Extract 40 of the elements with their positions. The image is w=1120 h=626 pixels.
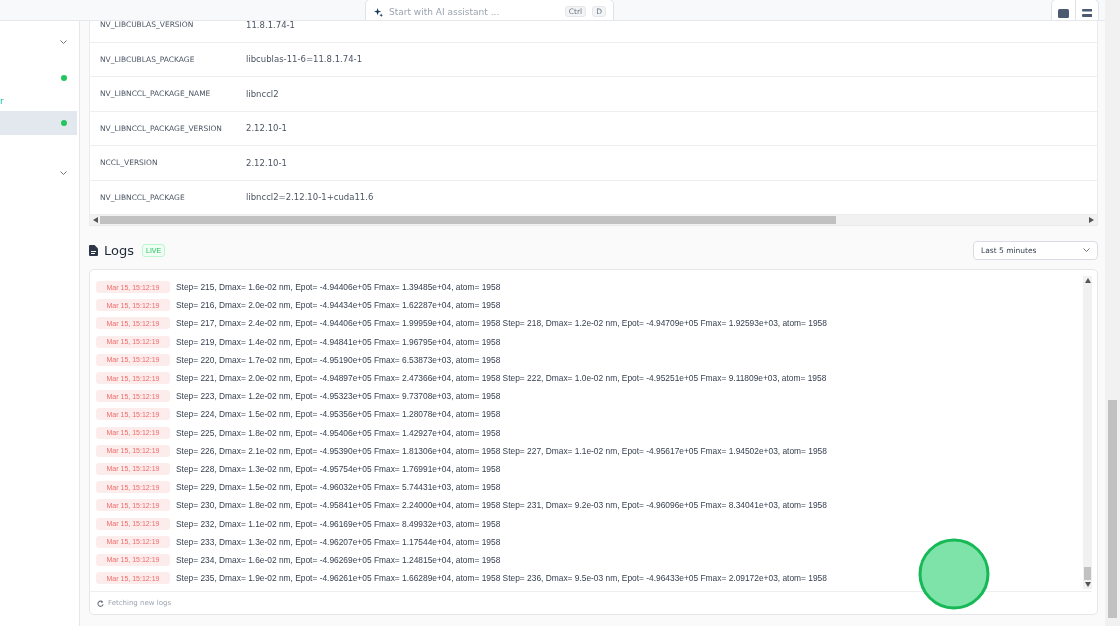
log-message: Step= 228, Dmax= 1.3e-02 nm, Epot= -4.95754e+05 Fmax= 1.76991e+04, atom= 1958 [176,463,501,474]
log-message: Step= 220, Dmax= 1.7e-02 nm, Epot= -4.95190e+05 Fmax= 6.53873e+03, atom= 1958 [176,354,501,365]
variable-value: libcublas-11-6=11.8.1.74-1 [246,54,363,65]
logs-title: Logs [104,242,134,258]
refresh-icon [97,599,104,607]
log-message: Step= 234, Dmax= 1.6e-02 nm, Epot= -4.96269e+05 Fmax= 1.24815e+04, atom= 1958 [176,554,501,565]
chevron-down-icon [1083,248,1090,252]
sidebar-link[interactable]: r [0,95,4,106]
log-message: Step= 217, Dmax= 2.4e-02 nm, Epot= -4.94406e+05 Fmax= 1.99959e+04, atom= 1958 Step= 218, Dmax= 1.2e-02 nm, Epot= -4.94709e+05 Fmax= 1.92593e+03, atom= 1958 [176,318,827,329]
log-message: Step= 235, Dmax= 1.9e-02 nm, Epot= -4.96261e+05 Fmax= 1.66289e+04, atom= 1958 Step= 236, Dmax= 9.5e-03 nm, Epot= -4.96433e+05 Fmax= 2.09172e+03, atom= 1958 [176,573,827,584]
scroll-down-icon[interactable] [1084,582,1091,587]
sparkle-icon [374,8,383,17]
scrollbar-thumb[interactable] [1084,567,1091,580]
scroll-up-icon[interactable] [1084,278,1091,283]
log-message: Step= 233, Dmax= 1.3e-02 nm, Epot= -4.96207e+05 Fmax= 1.17544e+04, atom= 1958 [176,536,501,547]
log-message: Step= 215, Dmax= 1.6e-02 nm, Epot= -4.94406e+05 Fmax= 1.39485e+04, atom= 1958 [176,282,501,293]
log-message: Step= 216, Dmax= 2.0e-02 nm, Epot= -4.94434e+05 Fmax= 1.62287e+04, atom= 1958 [176,300,501,311]
variable-value: 2.12.10-1 [246,157,287,168]
log-message: Step= 226, Dmax= 2.1e-02 nm, Epot= -4.95390e+05 Fmax= 1.81306e+04, atom= 1958 Step= 227, Dmax= 1.1e-02 nm, Epot= -4.95617e+05 Fmax= 1.94502e+03, atom= 1958 [176,445,827,456]
cursor-highlight [918,538,990,610]
document-icon [89,244,98,256]
scrollbar-thumb[interactable] [100,216,836,224]
scroll-left-icon[interactable] [93,217,98,223]
search-placeholder: Start with AI assistant ... [389,7,501,17]
log-message: Step= 225, Dmax= 1.8e-02 nm, Epot= -4.95406e+05 Fmax= 1.42927e+04, atom= 1958 [176,427,501,438]
log-message: Step= 221, Dmax= 2.0e-02 nm, Epot= -4.94897e+05 Fmax= 2.47366e+04, atom= 1958 Step= 222, Dmax= 1.0e-02 nm, Epot= -4.95251e+05 Fmax= 9.11809e+03, atom= 1958 [176,373,827,384]
log-message: Step= 219, Dmax= 1.4e-02 nm, Epot= -4.94841e+05 Fmax= 1.96795e+04, atom= 1958 [176,336,501,347]
log-message: Step= 224, Dmax= 1.5e-02 nm, Epot= -4.95356e+05 Fmax= 1.28078e+04, atom= 1958 [176,409,501,420]
chevron-down-icon[interactable] [60,171,67,175]
log-message: Step= 229, Dmax= 1.5e-02 nm, Epot= -4.96032e+05 Fmax= 5.74431e+03, atom= 1958 [176,482,501,493]
variable-value: 11.8.1.74-1 [246,21,296,30]
log-message: Step= 230, Dmax= 1.8e-02 nm, Epot= -4.95841e+05 Fmax= 2.24000e+04, atom= 1958 Step= 231, Dmax= 9.2e-03 nm, Epot= -4.96096e+05 Fmax= 8.34041e+03, atom= 1958 [176,500,827,511]
chevron-down-icon[interactable] [60,40,67,44]
variable-value: libnccl2 [246,88,279,99]
page-scrollbar-thumb[interactable] [1108,400,1117,618]
variable-value: 2.12.10-1 [246,123,287,134]
log-message: Step= 232, Dmax= 1.1e-02 nm, Epot= -4.96169e+05 Fmax= 8.49932e+03, atom= 1958 [176,518,501,529]
variable-value: libnccl2=2.12.10-1+cuda11.6 [246,192,374,203]
scroll-right-icon[interactable] [1089,217,1094,223]
log-message: Step= 223, Dmax= 1.2e-02 nm, Epot= -4.95323e+05 Fmax= 9.73708e+03, atom= 1958 [176,391,501,402]
